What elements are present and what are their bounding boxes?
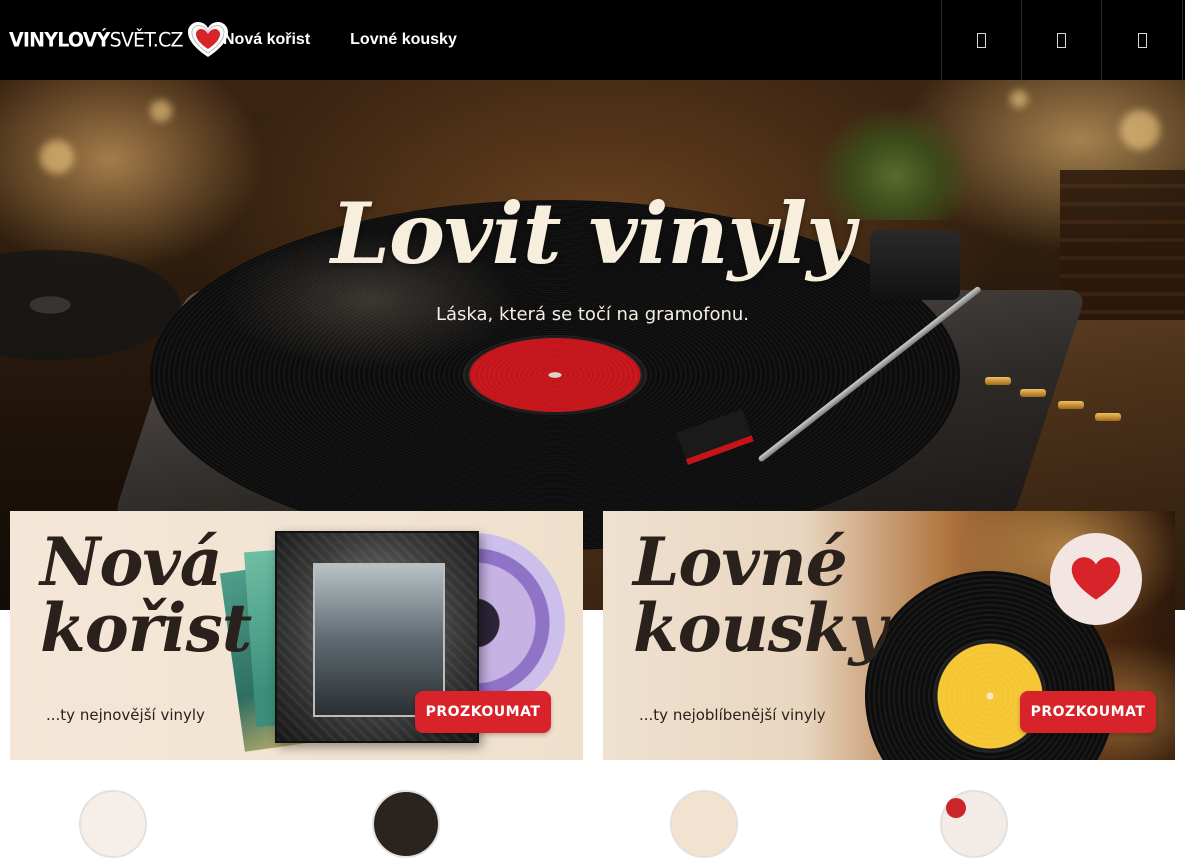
user-icon: [1057, 32, 1066, 48]
nav-item-nova-korist[interactable]: Nová kořist: [223, 31, 310, 49]
cart-button[interactable]: [1101, 0, 1183, 80]
search-icon: [977, 32, 986, 48]
explore-button[interactable]: PROZKOUMAT: [1020, 691, 1156, 733]
promo-card-title: Nová kořist: [40, 523, 252, 667]
logo-text: VINYLOVÝSVĚT.CZ: [9, 28, 184, 52]
category-icon[interactable]: [670, 790, 738, 858]
bokeh-light: [150, 100, 172, 122]
search-button[interactable]: [941, 0, 1021, 80]
nav-item-lovne-kousky[interactable]: Lovné kousky: [350, 31, 457, 49]
promo-card-subtitle: ...ty nejoblíbenější vinyly: [639, 706, 826, 724]
site-header: VINYLOVÝSVĚT.CZ Nová kořist Lovné kousky: [0, 0, 1185, 80]
heart-icon: [1071, 557, 1121, 600]
main-nav: Nová kořist Lovné kousky: [223, 0, 497, 80]
promo-card-subtitle: ...ty nejnovější vinyly: [46, 706, 205, 724]
category-icon[interactable]: [940, 790, 1008, 858]
heart-badge: [1050, 533, 1142, 625]
hero-title: Lovit vinyly: [330, 184, 855, 283]
promo-card-title: Lovné kousky: [633, 523, 887, 667]
bokeh-light: [1010, 90, 1028, 108]
bokeh-light: [40, 140, 74, 174]
hero-subtitle: Láska, která se točí na gramofonu.: [435, 304, 750, 325]
category-icon[interactable]: [79, 790, 147, 858]
category-icon[interactable]: [372, 790, 440, 858]
account-button[interactable]: [1021, 0, 1101, 80]
site-logo[interactable]: VINYLOVÝSVĚT.CZ: [9, 22, 229, 58]
cart-icon: [1137, 32, 1147, 48]
explore-button[interactable]: PROZKOUMAT: [415, 691, 551, 733]
promo-card-nova-korist[interactable]: Nová kořist ...ty nejnovější vinyly PROZ…: [10, 511, 583, 760]
promo-card-lovne-kousky[interactable]: Lovné kousky ...ty nejoblíbenější vinyly…: [603, 511, 1175, 760]
bokeh-light: [1120, 110, 1160, 150]
